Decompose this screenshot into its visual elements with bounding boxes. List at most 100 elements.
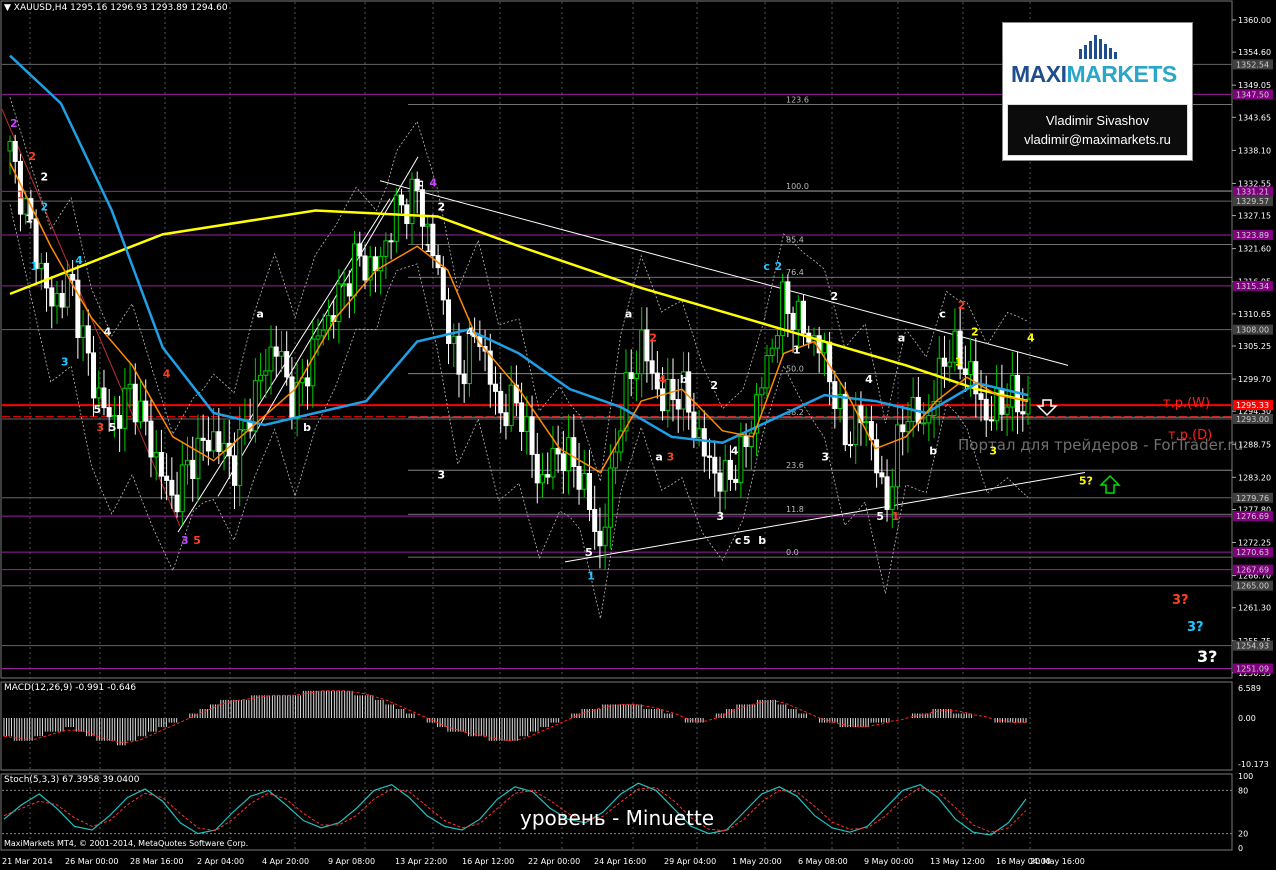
fib-label: 0.0 xyxy=(786,548,799,557)
candle-body xyxy=(696,428,702,438)
candle-body xyxy=(409,178,415,225)
price-label-text: 1267.69 xyxy=(1236,566,1269,575)
candle-body xyxy=(393,194,399,242)
x-tick-label: 9 Apr 08:00 xyxy=(328,857,375,866)
candle-body xyxy=(900,424,906,433)
candle-body xyxy=(268,346,274,372)
candle-body xyxy=(727,459,733,480)
candle-body xyxy=(315,335,321,340)
envelope-lower xyxy=(9,204,1029,619)
candle-body xyxy=(576,466,582,490)
candle-body xyxy=(675,399,681,410)
stoch-tick-label: 100 xyxy=(1238,772,1253,781)
candle-body xyxy=(633,373,639,380)
fib-label: 85.4 xyxy=(786,235,804,244)
candle-body xyxy=(639,329,645,375)
wave-label: 2 xyxy=(710,379,718,392)
candle-body xyxy=(602,526,608,547)
candle-body xyxy=(195,437,201,479)
candle-body xyxy=(660,388,666,412)
tp-daily-label: т.р.(D) xyxy=(1168,428,1213,443)
price-label-text: 1265.00 xyxy=(1236,582,1269,591)
candle-body xyxy=(263,370,269,376)
candle-body xyxy=(96,387,102,399)
support-line xyxy=(564,472,1086,563)
candle-body xyxy=(466,332,472,385)
wave-label: c xyxy=(417,177,424,190)
wave-label: b xyxy=(758,534,766,547)
candle-body xyxy=(905,421,911,433)
price-label-text: 1329.57 xyxy=(1236,197,1269,206)
wave-label: 1 xyxy=(955,355,963,368)
candle-body xyxy=(759,387,765,396)
fib-label: 76.4 xyxy=(786,268,804,277)
candle-body xyxy=(649,360,655,374)
candle-body xyxy=(451,335,457,344)
candle-body xyxy=(999,388,1005,415)
candle-body xyxy=(613,451,619,469)
stoch-tick-label: 20 xyxy=(1238,830,1248,839)
wave-label: 1 xyxy=(892,510,900,523)
wave-label: a xyxy=(898,332,905,345)
y-tick-label: 1343.65 xyxy=(1238,113,1271,122)
candle-body xyxy=(352,243,358,297)
wave-label: 5? xyxy=(1079,474,1093,487)
wave-label: b xyxy=(303,421,311,434)
candle-body xyxy=(38,262,44,269)
candle-body xyxy=(158,452,164,477)
wave-label: 5 xyxy=(876,510,884,523)
candle-body xyxy=(795,300,801,331)
price-label-text: 1323.89 xyxy=(1236,231,1269,240)
wave-label: 2 xyxy=(971,326,979,339)
x-tick-label: 6 May 08:00 xyxy=(798,857,848,866)
fib-label: 11.8 xyxy=(786,505,804,514)
wave-label: 1 xyxy=(793,343,801,356)
candle-body xyxy=(790,312,796,331)
x-tick-label: 9 May 00:00 xyxy=(864,857,914,866)
candle-body xyxy=(357,243,363,257)
candle-body xyxy=(132,383,138,423)
candle-body xyxy=(774,335,780,349)
candle-body xyxy=(644,329,650,362)
candle-body xyxy=(346,283,352,297)
candle-body xyxy=(936,357,942,403)
wave-label: 4 xyxy=(75,254,83,267)
candle-body xyxy=(419,189,425,227)
author-name: Vladimir Sivashov xyxy=(1045,113,1150,128)
candle-body xyxy=(12,140,18,162)
wave-label: 2 xyxy=(10,117,18,130)
candle-body xyxy=(278,351,284,357)
candle-body xyxy=(827,341,833,383)
candle-body xyxy=(425,223,431,227)
candle-body xyxy=(545,474,551,478)
candle-body xyxy=(921,422,927,425)
candle-body xyxy=(153,452,159,458)
maximarkets-logo: MAXIMARKETS Vladimir Sivashov vladimir@m… xyxy=(1002,22,1193,161)
price-label-text: 1293.00 xyxy=(1236,415,1269,424)
candle-body xyxy=(216,431,222,452)
ohlc-label: 1295.16 1296.93 1293.89 1294.60 xyxy=(70,3,228,13)
candle-body xyxy=(978,393,984,400)
candle-body xyxy=(988,419,994,422)
candle-body xyxy=(54,292,60,307)
candle-body xyxy=(362,255,368,281)
stoch-tick-label: 0 xyxy=(1238,844,1243,853)
candle-body xyxy=(785,281,791,314)
y-tick-label: 1283.20 xyxy=(1238,473,1271,482)
wave-label: 2 xyxy=(41,201,49,214)
candle-body xyxy=(1004,406,1010,415)
candle-body xyxy=(320,329,326,337)
candle-body xyxy=(968,361,974,376)
wave-label: 2 xyxy=(958,299,966,312)
y-tick-label: 1349.05 xyxy=(1238,81,1271,90)
wave-label: 1 xyxy=(587,570,595,583)
candle-body xyxy=(273,346,279,357)
candle-body xyxy=(769,347,775,357)
x-tick-label: 24 Apr 16:00 xyxy=(594,857,646,866)
candle-body xyxy=(764,355,770,389)
candle-body xyxy=(164,475,170,481)
candle-body xyxy=(148,420,154,458)
y-tick-label: 1354.60 xyxy=(1238,48,1271,57)
menu-triangle-icon[interactable]: ▼ xyxy=(4,3,11,13)
chart-header: ▼ XAUUSD,H4 1295.16 1296.93 1293.89 1294… xyxy=(4,3,228,13)
